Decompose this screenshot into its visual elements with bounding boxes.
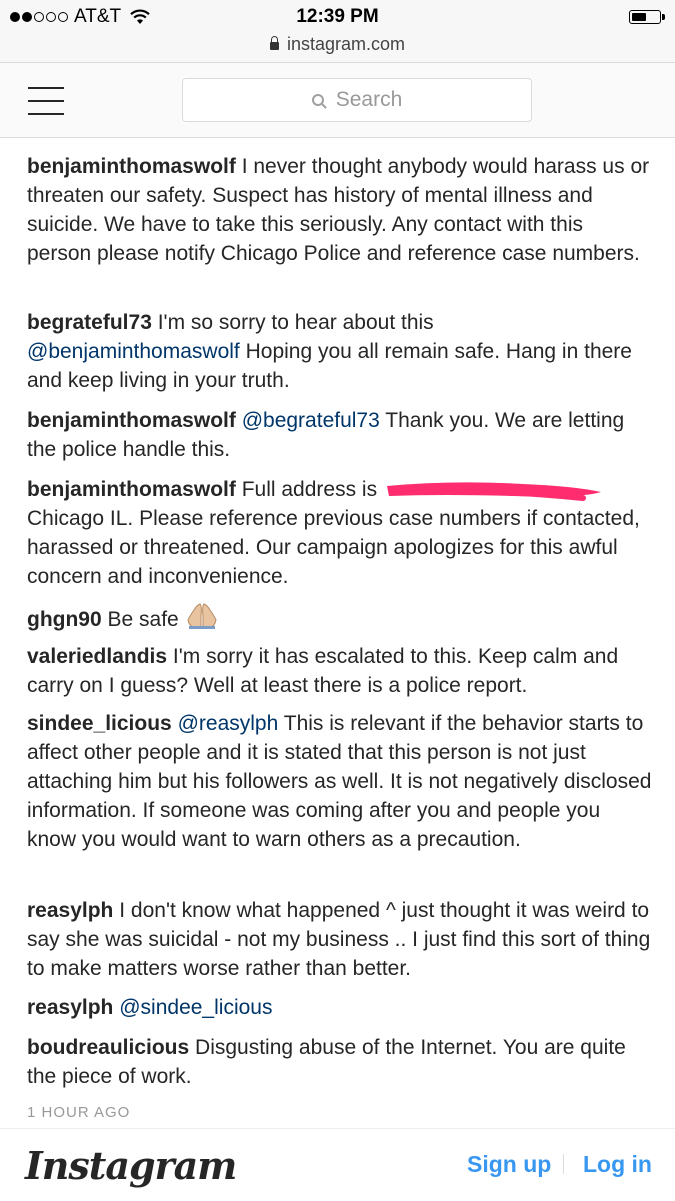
comment: reasylph @sindee_licious (27, 993, 652, 1022)
comment: benjaminthomaswolf Full address is Chica… (27, 475, 652, 591)
comment-list: benjaminthomaswolf I never thought anybo… (0, 138, 675, 1128)
comment: valeriedlandis I'm sorry it has escalate… (27, 642, 652, 700)
hamburger-icon[interactable] (28, 87, 64, 115)
login-link[interactable]: Log in (583, 1151, 652, 1178)
signup-link[interactable]: Sign up (467, 1151, 551, 1178)
divider (563, 1154, 564, 1174)
comment: ghgn90 Be safe (27, 602, 652, 634)
comment-username[interactable]: valeriedlandis (27, 645, 167, 668)
comment-username[interactable]: benjaminthomaswolf (27, 409, 236, 432)
comment-username[interactable]: reasylph (27, 996, 113, 1019)
search-icon (311, 94, 324, 106)
mention-link[interactable]: @sindee_licious (119, 996, 272, 1019)
search-input[interactable]: Search (182, 78, 532, 122)
comment: sindee_licious @reasylph This is relevan… (27, 709, 652, 854)
comment: benjaminthomaswolf I never thought anybo… (27, 152, 652, 268)
mention-link[interactable]: @begrateful73 (242, 409, 380, 432)
comment: reasylph I don't know what happened ^ ju… (27, 896, 652, 983)
comment: benjaminthomaswolf @begrateful73 Thank y… (27, 406, 652, 464)
comment: begrateful73 I'm so sorry to hear about … (27, 308, 652, 395)
comment-text: I don't know what happened ^ just though… (27, 899, 651, 980)
top-nav: Search (0, 62, 675, 138)
url-bar[interactable]: instagram.com (0, 34, 675, 55)
comment-username[interactable]: begrateful73 (27, 311, 152, 334)
comment-username[interactable]: sindee_licious (27, 712, 172, 735)
comment-text: Be safe (107, 608, 179, 631)
redaction-mark (386, 482, 601, 502)
status-bar: AT&T 12:39 PM instagram.com (0, 0, 675, 62)
praying-hands-emoji-icon (187, 603, 217, 629)
comment-username[interactable]: boudreaulicious (27, 1036, 189, 1059)
footer-bar: Instagram Sign up Log in (0, 1128, 675, 1201)
clock: 12:39 PM (296, 6, 379, 27)
url-text: instagram.com (286, 34, 406, 54)
mention-link[interactable]: @reasylph (178, 712, 279, 735)
search-placeholder: Search (335, 88, 403, 111)
instagram-logo[interactable]: Instagram (25, 1143, 237, 1188)
battery-icon (629, 10, 665, 24)
comment: boudreaulicious Disgusting abuse of the … (27, 1033, 652, 1091)
comment-username[interactable]: ghgn90 (27, 608, 102, 631)
comment-text: Chicago IL. Please reference previous ca… (27, 507, 640, 588)
post-timestamp[interactable]: 1 HOUR AGO (27, 1104, 130, 1121)
comment-text: Full address is (241, 478, 378, 501)
comment-username[interactable]: benjaminthomaswolf (27, 478, 236, 501)
comment-username[interactable]: benjaminthomaswolf (27, 155, 236, 178)
comment-text: I'm so sorry to hear about this (157, 311, 434, 334)
comment-username[interactable]: reasylph (27, 899, 113, 922)
mention-link[interactable]: @benjaminthomaswolf (27, 340, 240, 363)
lock-icon (269, 36, 279, 50)
